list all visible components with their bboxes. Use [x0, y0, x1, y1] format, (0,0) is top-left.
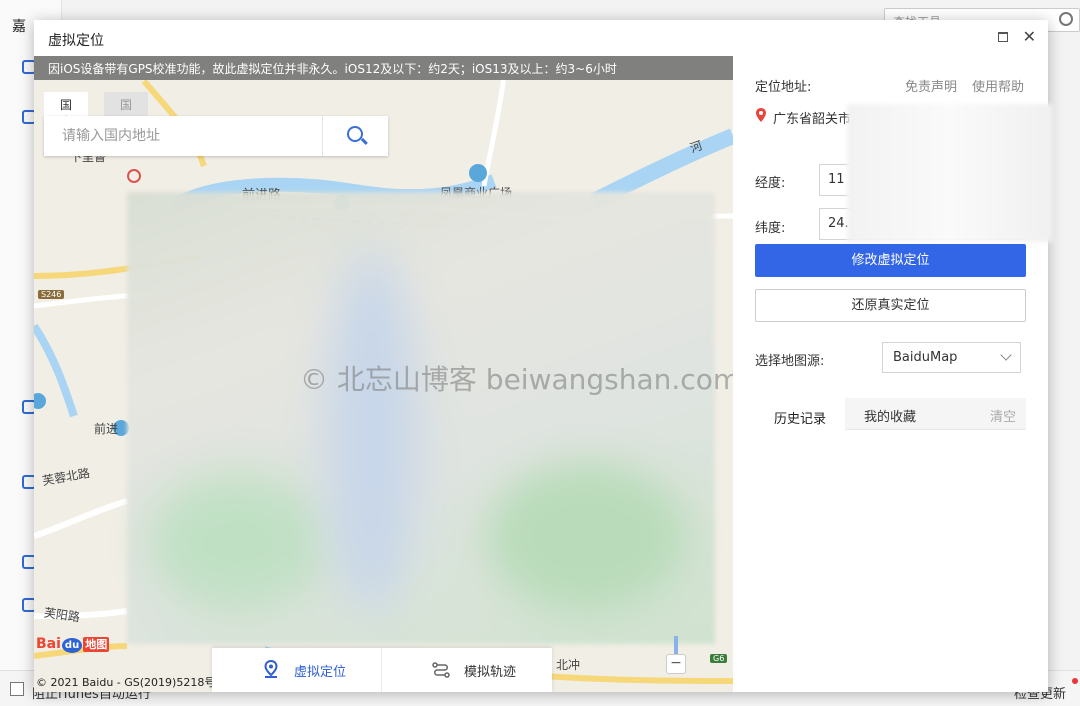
- address-search-box: [44, 116, 388, 156]
- clear-history-button[interactable]: 清空: [990, 398, 1016, 430]
- search-icon[interactable]: [1059, 12, 1073, 26]
- update-dot-icon: [1072, 678, 1078, 684]
- watermark: © 北忘山博客 beiwangshan.com: [300, 363, 733, 396]
- help-link[interactable]: 使用帮助: [972, 76, 1024, 95]
- map-copyright: © 2021 Baidu - GS(2019)5218号: [36, 676, 216, 689]
- restore-location-button[interactable]: 还原真实定位: [755, 289, 1026, 322]
- latitude-value: 24.: [828, 216, 849, 231]
- highway-badge: S246: [38, 290, 65, 299]
- redacted-map-region: [127, 192, 715, 644]
- blur-blob: [487, 462, 687, 612]
- virtual-location-dialog: 虚拟定位 ✕ 因iOS设备带有GPS校准功能，故此虚拟定位并非永久。iOS12及…: [34, 20, 1053, 692]
- map-source-select[interactable]: BaiduMap: [882, 342, 1021, 373]
- map-search-card: 国内 国外: [44, 92, 388, 176]
- zoom-slider[interactable]: [674, 636, 678, 654]
- longitude-value: 11: [828, 172, 845, 187]
- zoom-out-button[interactable]: −: [666, 654, 686, 674]
- chevron-down-icon: [1000, 349, 1012, 361]
- modify-location-button[interactable]: 修改虚拟定位: [755, 244, 1026, 277]
- location-pin-icon: [264, 660, 278, 678]
- location-panel: 定位地址: 免责声明 使用帮助 广东省韶关市 经度: 11 纬度: 24. 修改…: [733, 56, 1053, 692]
- latitude-label: 纬度:: [755, 221, 786, 236]
- search-button[interactable]: [322, 116, 388, 156]
- tab-history[interactable]: 历史记录: [755, 398, 845, 430]
- map-source-value: BaiduMap: [893, 350, 958, 365]
- itunes-block-checkbox[interactable]: [10, 682, 24, 696]
- background-title: 嘉: [12, 19, 26, 35]
- tab-domestic[interactable]: 国内: [44, 92, 89, 129]
- logo-map-text: 地图: [83, 637, 110, 652]
- tab-virtual-location[interactable]: 虚拟定位: [212, 648, 382, 692]
- tab-simulate-route[interactable]: 模拟轨迹: [382, 648, 552, 692]
- logo-text: Bai: [36, 636, 61, 652]
- baidu-map-logo: Bai du 地图: [36, 636, 110, 653]
- blur-blob: [147, 472, 327, 612]
- longitude-label: 经度:: [755, 176, 786, 191]
- logo-paw: du: [61, 638, 83, 653]
- maximize-icon[interactable]: [998, 32, 1008, 42]
- dialog-titlebar: 虚拟定位 ✕: [34, 20, 1048, 56]
- tab-overseas[interactable]: 国外: [104, 92, 149, 129]
- gps-notice-banner: 因iOS设备带有GPS校准功能，故此虚拟定位并非永久。iOS12及以下：约2天；…: [34, 56, 733, 80]
- mode-tabs: 虚拟定位 模拟轨迹: [212, 648, 552, 692]
- search-icon-handle: [361, 137, 368, 145]
- tab-favorites[interactable]: 我的收藏: [845, 398, 935, 430]
- redacted-coordinates: [847, 104, 1053, 242]
- highway-badge: G6: [710, 654, 728, 663]
- history-tabs: 历史记录 我的收藏 清空: [755, 398, 1026, 430]
- map-view[interactable]: 因iOS设备带有GPS校准功能，故此虚拟定位并非永久。iOS12及以下：约2天；…: [34, 56, 733, 692]
- map-label-place: 北冲: [556, 658, 581, 672]
- location-address-label: 定位地址:: [755, 80, 812, 95]
- dialog-title: 虚拟定位: [48, 33, 104, 49]
- close-icon[interactable]: ✕: [1023, 27, 1036, 46]
- address-search-input[interactable]: [44, 116, 322, 156]
- tab-virtual-location-label: 虚拟定位: [294, 665, 347, 680]
- blur-blob: [327, 252, 417, 612]
- map-label-road: 前进: [94, 422, 119, 436]
- disclaimer-link[interactable]: 免责声明: [905, 76, 957, 95]
- tab-simulate-route-label: 模拟轨迹: [464, 665, 517, 680]
- current-address: 广东省韶关市: [773, 112, 852, 127]
- map-pin-icon: [756, 108, 766, 122]
- map-source-label: 选择地图源:: [755, 354, 825, 369]
- route-icon: [432, 662, 450, 678]
